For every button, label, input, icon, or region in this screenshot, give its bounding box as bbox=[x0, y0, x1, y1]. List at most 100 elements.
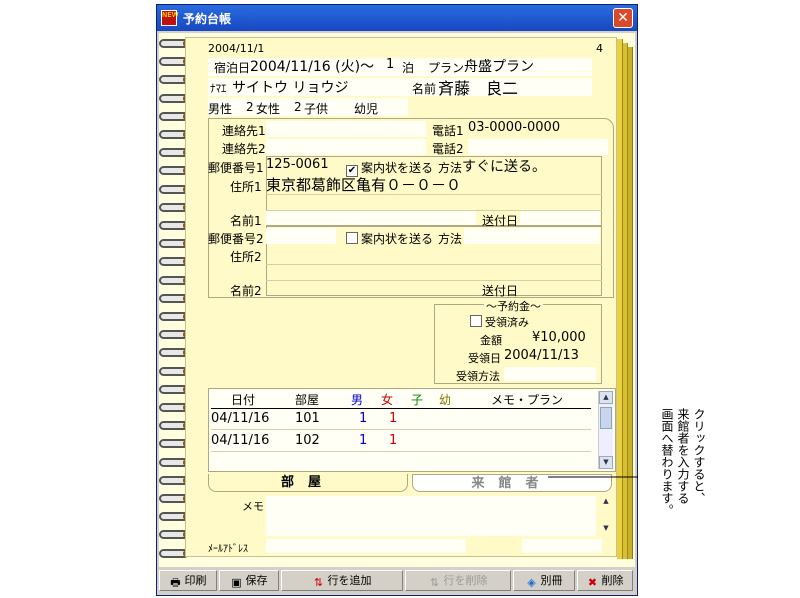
nights-field[interactable]: 1 bbox=[386, 57, 394, 72]
memo-field[interactable] bbox=[266, 496, 596, 536]
invite2-label: 案内状を送る bbox=[361, 232, 434, 246]
email-field[interactable] bbox=[266, 539, 466, 553]
receive-method-label: 受領方法 bbox=[456, 370, 500, 383]
method2-label: 方法 bbox=[438, 232, 463, 246]
delete-row-button[interactable]: ⇅ 行を削除 bbox=[405, 570, 511, 591]
stay-date-field[interactable]: 2004/11/16 (火)～ bbox=[250, 56, 374, 76]
phone2-label: 電話2 bbox=[432, 142, 464, 156]
method2-field[interactable] bbox=[464, 228, 600, 244]
callout-line-1: クリックすると、 bbox=[692, 408, 706, 504]
address2-label: 住所2 bbox=[230, 250, 262, 264]
nights-label: 泊 bbox=[402, 61, 415, 75]
close-button[interactable]: ✕ bbox=[613, 8, 633, 28]
row-female: 1 bbox=[389, 433, 398, 448]
rooms-table[interactable]: 日付 部屋 男 女 子 幼 メモ・プラン 04/11/16 101 1 1 04… bbox=[208, 388, 616, 472]
checkbox-icon bbox=[470, 315, 482, 327]
sent1-field[interactable] bbox=[520, 211, 600, 225]
other-form-button[interactable]: ◈ 別冊 bbox=[513, 570, 575, 591]
plan-label: プラン bbox=[428, 61, 465, 75]
memo-label: メモ bbox=[242, 500, 264, 513]
app-icon: NEW bbox=[161, 10, 179, 26]
postal1-label: 郵便番号1 bbox=[208, 161, 264, 175]
delete-icon: ✖ bbox=[587, 576, 598, 589]
email-extra-field[interactable] bbox=[522, 539, 602, 553]
scroll-thumb[interactable] bbox=[600, 407, 612, 429]
row-divider bbox=[211, 429, 591, 430]
amount-field[interactable]: ¥10,000 bbox=[532, 330, 586, 345]
deposit-group-title: ～予約金～ bbox=[484, 298, 543, 314]
delete-row-label: 行を削除 bbox=[443, 574, 488, 587]
deposit-received-label: 受領済み bbox=[485, 316, 529, 329]
name-field[interactable]: 斉藤 良二 bbox=[438, 75, 518, 99]
receive-method-field[interactable] bbox=[504, 367, 596, 381]
divider bbox=[266, 264, 602, 265]
row-divider bbox=[211, 451, 591, 452]
add-row-icon: ⇅ bbox=[313, 576, 324, 589]
col-infant: 幼 bbox=[439, 393, 452, 407]
row-female: 1 bbox=[389, 411, 398, 426]
col-child: 子 bbox=[411, 393, 424, 407]
scroll-up-icon[interactable]: ▲ bbox=[599, 391, 613, 404]
kana-field[interactable]: サイトウ リョウジ bbox=[232, 77, 348, 97]
contact1-label: 連絡先1 bbox=[222, 124, 266, 138]
window-title: 予約台帳 bbox=[183, 12, 232, 26]
method1-field[interactable]: すぐに送る。 bbox=[462, 156, 546, 176]
diamond-icon: ◈ bbox=[527, 576, 536, 589]
sent2-label: 送付日 bbox=[482, 284, 519, 298]
name1-field[interactable] bbox=[266, 211, 476, 225]
invite2-checkbox[interactable]: 案内状を送る bbox=[346, 230, 433, 247]
memo-scrollbar[interactable]: ▲ ▼ bbox=[600, 496, 612, 536]
scroll-up-icon[interactable]: ▲ bbox=[600, 496, 612, 509]
table-scrollbar[interactable]: ▲ ▼ bbox=[598, 391, 613, 469]
tab-rooms[interactable]: 部屋 bbox=[208, 474, 408, 492]
col-memo: メモ・プラン bbox=[491, 393, 564, 407]
address1-field[interactable]: 東京都葛飾区亀有０－０－０ bbox=[266, 174, 461, 195]
printer-icon: 🖶 bbox=[170, 576, 181, 589]
postal1-field[interactable]: 125-0061 bbox=[266, 157, 329, 172]
row-male: 1 bbox=[359, 411, 368, 426]
phone1-field[interactable]: 03-0000-0000 bbox=[468, 120, 560, 135]
amount-label: 金額 bbox=[480, 334, 502, 347]
divider bbox=[266, 194, 602, 195]
plan-field[interactable]: 舟盛プラン bbox=[464, 56, 534, 76]
add-row-button[interactable]: ⇅ 行を追加 bbox=[281, 570, 403, 591]
contact2-label: 連絡先2 bbox=[222, 142, 266, 156]
save-label: 保存 bbox=[245, 574, 268, 587]
row-date: 04/11/16 bbox=[211, 411, 270, 426]
phone2-field[interactable] bbox=[468, 139, 608, 155]
scroll-down-icon[interactable]: ▼ bbox=[600, 523, 612, 536]
phone1-label: 電話1 bbox=[432, 124, 464, 138]
female-count-field[interactable]: 2 bbox=[294, 100, 302, 114]
address1-label: 住所1 bbox=[230, 180, 262, 194]
callout-line-2: 来館者を入力する bbox=[676, 408, 690, 504]
title-bar: NEW 予約台帳 ✕ bbox=[157, 5, 637, 31]
page-date: 2004/11/1 bbox=[208, 42, 265, 55]
page-number: 4 bbox=[596, 42, 603, 55]
deposit-received-checkbox[interactable]: 受領済み bbox=[470, 314, 529, 330]
male-label: 男性 bbox=[208, 102, 233, 116]
male-count-field[interactable]: 2 bbox=[246, 100, 254, 114]
print-button[interactable]: 🖶 印刷 bbox=[159, 570, 217, 591]
col-date: 日付 bbox=[231, 393, 256, 407]
received-date-field[interactable]: 2004/11/13 bbox=[504, 348, 579, 363]
row-room: 102 bbox=[295, 433, 320, 448]
floppy-icon: ▣ bbox=[231, 576, 242, 589]
callout-pointer-line bbox=[548, 476, 638, 478]
scroll-down-icon[interactable]: ▼ bbox=[599, 456, 613, 469]
stay-date-label: 宿泊日 bbox=[214, 61, 251, 75]
col-female: 女 bbox=[381, 393, 394, 407]
postal2-field[interactable] bbox=[266, 228, 336, 244]
reservation-window: NEW 予約台帳 ✕ 2004/11/1 4 宿泊日 2004/11/16 (火… bbox=[156, 4, 638, 596]
infant-label: 幼児 bbox=[354, 102, 379, 116]
row-male: 1 bbox=[359, 433, 368, 448]
contact1-field[interactable] bbox=[266, 121, 426, 137]
contact2-field[interactable] bbox=[266, 139, 426, 155]
col-male: 男 bbox=[351, 393, 364, 407]
page-edge bbox=[628, 47, 633, 559]
email-label: ﾒｰﾙｱﾄﾞﾚｽ bbox=[208, 544, 248, 555]
callout-annotation: クリックすると、 来館者を入力する 画面へ替わります。 bbox=[660, 408, 740, 548]
delete-button[interactable]: ✖ 削除 bbox=[577, 570, 633, 591]
ledger-book: 2004/11/1 4 宿泊日 2004/11/16 (火)～ 1 泊 プラン … bbox=[159, 33, 635, 567]
child-label: 子供 bbox=[304, 102, 329, 116]
save-button[interactable]: ▣ 保存 bbox=[219, 570, 279, 591]
